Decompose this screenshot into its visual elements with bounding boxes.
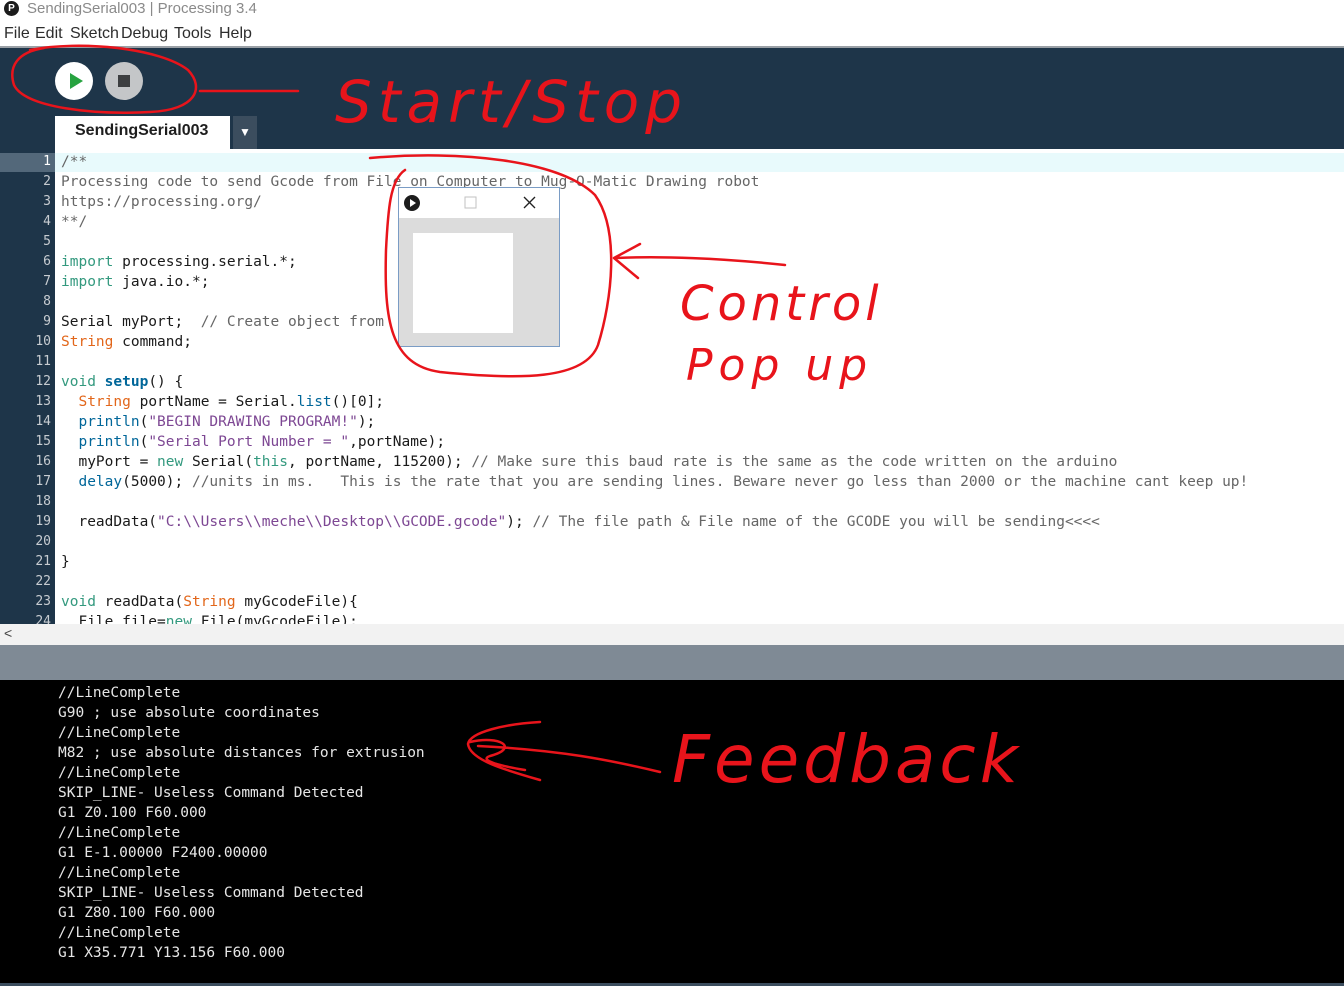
annotation-arrow-popup	[612, 242, 787, 280]
annotation-overlay: Start/Stop Control Pop up Feedback	[11, 44, 1022, 798]
annotation-circle-start-stop	[11, 44, 198, 114]
annotation-circle-popup	[368, 154, 613, 378]
annotation-control-popup-line1: Control	[680, 276, 883, 332]
annotation-arrow-feedback	[466, 720, 662, 782]
annotation-start-stop: Start/Stop	[335, 68, 688, 136]
annotation-feedback: Feedback	[672, 721, 1022, 798]
annotation-control-popup-line2: Pop up	[686, 340, 873, 391]
